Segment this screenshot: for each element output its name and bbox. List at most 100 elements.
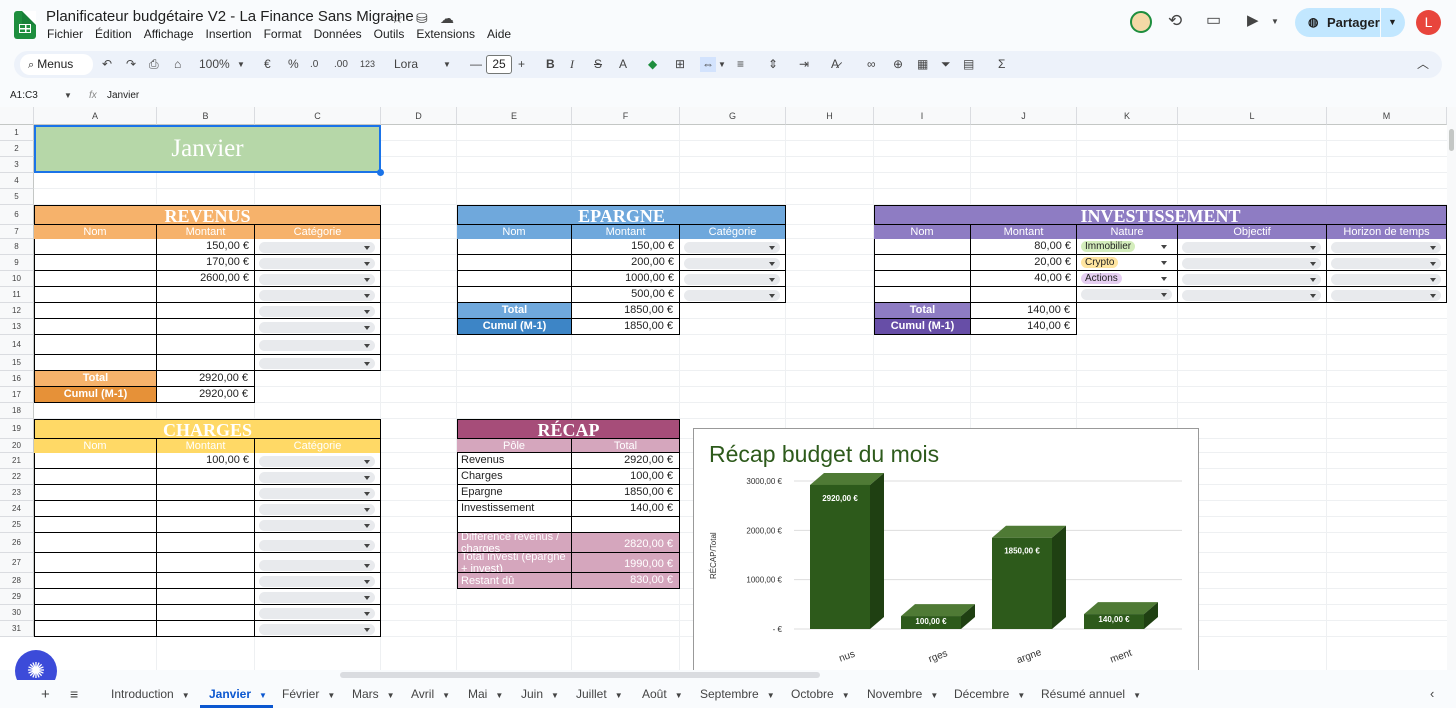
formula-input[interactable]: Janvier (107, 90, 139, 101)
row-header-2[interactable]: 2 (0, 141, 34, 157)
epargne-total-label[interactable]: Total (457, 303, 572, 319)
revenus-cell[interactable] (34, 271, 157, 287)
row-header-28[interactable]: 28 (0, 573, 34, 589)
charges-cell[interactable] (157, 589, 255, 605)
row-header-27[interactable]: 27 (0, 553, 34, 573)
name-box[interactable]: A1:C3 (10, 90, 38, 101)
tab-dropdown-icon[interactable]: ▼ (551, 691, 559, 700)
zoom-select[interactable]: 100% (199, 57, 230, 72)
investissement-header-1[interactable]: Montant (971, 225, 1077, 239)
tab-dropdown-icon[interactable]: ▼ (327, 691, 335, 700)
charges-cell[interactable] (157, 553, 255, 573)
menu-4[interactable]: Format (264, 27, 302, 41)
charges-category-dropdown[interactable] (259, 520, 375, 531)
menu-2[interactable]: Affichage (144, 27, 194, 41)
epargne-amount-2[interactable]: 1000,00 € (572, 271, 680, 287)
all-sheets-icon[interactable]: ≡ (70, 686, 78, 702)
sheet-tab-0[interactable]: Introduction ▼ (111, 687, 190, 701)
merge-dropdown-icon[interactable]: ▼ (718, 57, 726, 72)
tab-dropdown-icon[interactable]: ▼ (182, 691, 190, 700)
nature-chip-0[interactable]: Immobilier (1081, 241, 1136, 252)
revenus-cell[interactable] (157, 303, 255, 319)
menus-search[interactable]: ⌕ Menus (20, 54, 93, 75)
sheet-tab-11[interactable]: Novembre ▼ (867, 687, 938, 701)
charges-category-dropdown[interactable] (259, 504, 375, 515)
row-header-3[interactable]: 3 (0, 157, 34, 173)
recap-label-2[interactable]: Epargne (457, 485, 572, 501)
revenus-title[interactable]: REVENUS (34, 205, 381, 225)
column-header-B[interactable]: B (157, 107, 255, 125)
charges-category-dropdown[interactable] (259, 576, 375, 587)
row-header-9[interactable]: 9 (0, 255, 34, 271)
epargne-cell[interactable] (457, 271, 572, 287)
sheet-tab-8[interactable]: Août ▼ (642, 687, 683, 701)
charges-header-2[interactable]: Catégorie (255, 439, 381, 453)
epargne-amount-1[interactable]: 200,00 € (572, 255, 680, 271)
account-avatar[interactable]: L (1416, 10, 1441, 35)
epargne-cell[interactable] (457, 287, 572, 303)
scroll-tabs-left-icon[interactable]: ‹ (1430, 686, 1434, 701)
investissement-cumul-value[interactable]: 140,00 € (971, 319, 1077, 335)
row-header-10[interactable]: 10 (0, 271, 34, 287)
epargne-category-dropdown[interactable] (684, 273, 780, 285)
menu-6[interactable]: Outils (374, 27, 405, 41)
recap-header-1[interactable]: Total (572, 439, 680, 453)
row-header-22[interactable]: 22 (0, 469, 34, 485)
recap-value-0[interactable]: 2920,00 € (572, 453, 680, 469)
row-header-13[interactable]: 13 (0, 319, 34, 335)
charges-cell[interactable] (157, 533, 255, 553)
epargne-category-dropdown[interactable] (684, 257, 780, 269)
investissement-category-dropdown[interactable] (1331, 241, 1441, 253)
functions-icon[interactable]: Σ (998, 57, 1005, 72)
charges-category-dropdown[interactable] (259, 456, 375, 467)
investissement-category-dropdown[interactable] (1182, 257, 1321, 269)
sheet-tab-13[interactable]: Résumé annuel ▼ (1041, 687, 1141, 701)
investissement-cell[interactable] (971, 287, 1077, 303)
borders-icon[interactable]: ⊞ (675, 57, 685, 72)
nature-chip-1[interactable]: Crypto (1081, 257, 1119, 268)
epargne-title[interactable]: EPARGNE (457, 205, 786, 225)
menu-5[interactable]: Données (314, 27, 362, 41)
revenus-cell[interactable] (157, 319, 255, 335)
recap-invest[interactable]: 1990,00 € (572, 553, 680, 573)
font-dropdown-icon[interactable]: ▼ (443, 57, 451, 72)
revenus-category-dropdown[interactable] (259, 273, 375, 285)
selection-handle[interactable] (377, 169, 384, 176)
row-header-21[interactable]: 21 (0, 453, 34, 469)
row-header-29[interactable]: 29 (0, 589, 34, 605)
filter-icon[interactable]: ⏷ (941, 57, 951, 72)
share-dropdown-icon[interactable]: ▼ (1380, 8, 1404, 37)
charges-category-dropdown[interactable] (259, 540, 375, 551)
epargne-header-1[interactable]: Montant (572, 225, 680, 239)
fill-color-icon[interactable]: ◆ (648, 57, 657, 72)
row-header-15[interactable]: 15 (0, 355, 34, 371)
row-header-6[interactable]: 6 (0, 205, 34, 225)
recap-diff_label[interactable]: Différence revenus / charges (457, 533, 572, 553)
row-header-1[interactable]: 1 (0, 125, 34, 141)
charges-cell[interactable] (157, 517, 255, 533)
epargne-header-0[interactable]: Nom (457, 225, 572, 239)
revenus-cumul-label[interactable]: Cumul (M-1) (34, 387, 157, 403)
column-header-J[interactable]: J (971, 107, 1077, 125)
increase-font-size-icon[interactable]: + (518, 57, 525, 72)
epargne-cumul-label[interactable]: Cumul (M-1) (457, 319, 572, 335)
insert-comment-icon[interactable]: ⊕ (893, 57, 903, 72)
increase-decimal-button[interactable]: .00 (334, 57, 348, 72)
spreadsheet-grid[interactable]: Janvier REVENUS Nom Montant Catégorie 150,00 … (0, 107, 1447, 670)
row-header-7[interactable]: 7 (0, 225, 34, 239)
insert-chart-icon[interactable]: ▦ (917, 57, 928, 72)
row-header-31[interactable]: 31 (0, 621, 34, 637)
recap-value-3[interactable]: 140,00 € (572, 501, 680, 517)
row-header-19[interactable]: 19 (0, 419, 34, 439)
charges-category-dropdown[interactable] (259, 472, 375, 483)
epargne-category-dropdown[interactable] (684, 241, 780, 253)
charges-cell[interactable] (34, 469, 157, 485)
cloud-status-icon[interactable]: ☁ (440, 9, 454, 27)
column-header-D[interactable]: D (381, 107, 457, 125)
print-icon[interactable]: ⎙ (149, 57, 159, 72)
revenus-cell[interactable] (157, 335, 255, 355)
italic-icon[interactable]: I (570, 57, 574, 72)
charges-category-dropdown[interactable] (259, 560, 375, 571)
more-formats-button[interactable]: 123 (360, 57, 375, 72)
menu-1[interactable]: Édition (95, 27, 132, 41)
